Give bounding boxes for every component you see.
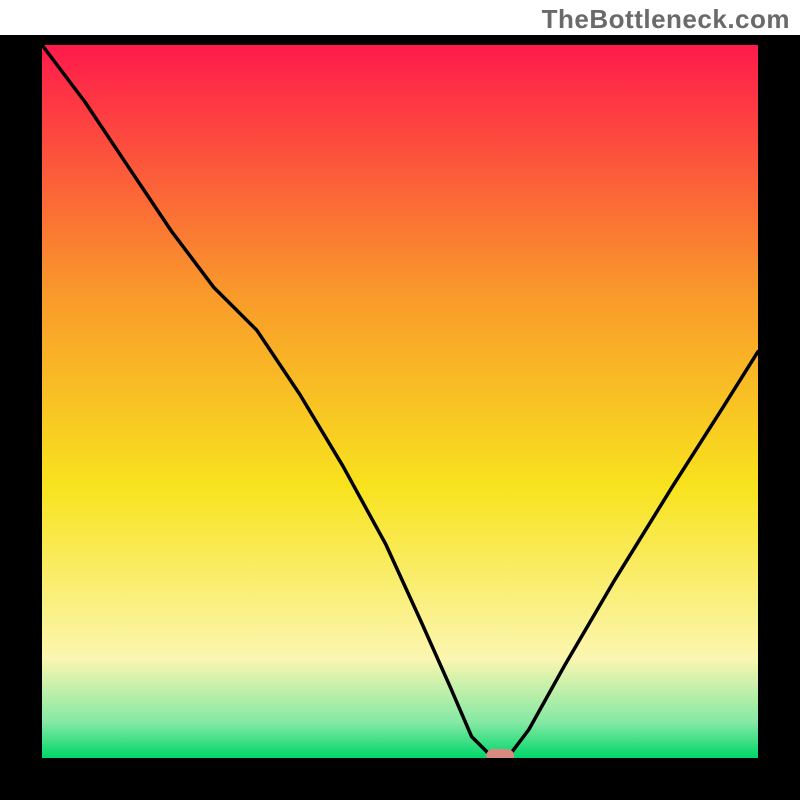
gradient-background (42, 45, 758, 758)
optimal-marker (486, 749, 514, 758)
border-left (0, 35, 42, 800)
border-bottom (0, 758, 800, 800)
border-top (0, 35, 800, 45)
plot-svg (42, 45, 758, 758)
border-right (758, 35, 800, 800)
chart-frame: TheBottleneck.com (0, 0, 800, 800)
watermark-text: TheBottleneck.com (542, 4, 790, 35)
plot-area (42, 45, 758, 758)
